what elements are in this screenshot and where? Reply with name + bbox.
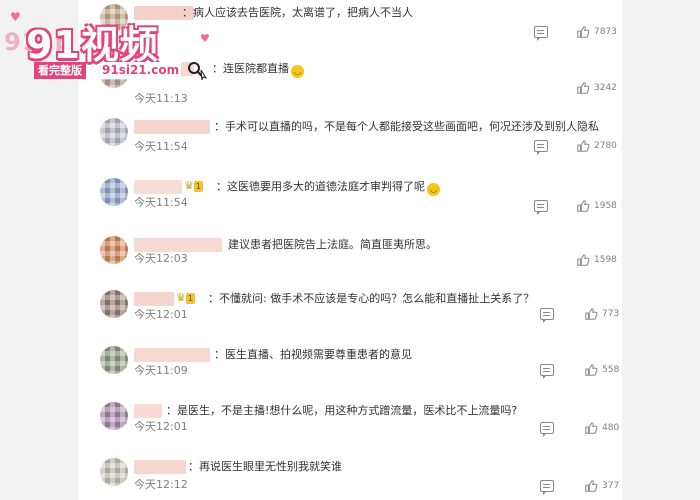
- comment-text: ：再说医生眼里无性别我就笑谁: [188, 460, 342, 473]
- thumbs-up-icon: [585, 422, 598, 434]
- like-count: 558: [602, 365, 620, 375]
- avatar[interactable]: [100, 118, 128, 146]
- vip-badge: ♛ 1: [184, 179, 203, 192]
- comment-item: ♛ 1 ：这医德要用多大的道德法庭才审判得了呢 ◡ 今天11:54 1958: [78, 172, 622, 234]
- comment-bubble-icon[interactable]: [534, 140, 548, 155]
- comment-time: 今天11:13: [134, 92, 188, 105]
- avatar[interactable]: [100, 290, 128, 318]
- heart-icon: ♥: [10, 10, 21, 24]
- comment-time: 今天11:09: [134, 364, 188, 377]
- thumbs-up-icon: [585, 480, 598, 492]
- comment-time: 今天12:01: [134, 420, 188, 433]
- crown-icon: ♛: [176, 291, 186, 304]
- like-button[interactable]: 558: [584, 362, 619, 378]
- like-button[interactable]: 7873: [576, 24, 617, 40]
- smile-emoji-icon: ◡: [427, 183, 440, 196]
- comment-text: ：手术可以直播的吗，不是每个人都能接受这些画面吧，何况还涉及到别人隐私: [214, 120, 599, 133]
- avatar[interactable]: [100, 236, 128, 264]
- comment-text: ：连医院都直播 ◡: [212, 62, 304, 78]
- thumbs-up-icon: [577, 82, 590, 94]
- comment-item: ：手术可以直播的吗，不是每个人都能接受这些画面吧，何况还涉及到别人隐私 今天11…: [78, 112, 622, 174]
- like-button[interactable]: 3242: [576, 80, 617, 96]
- comment-item: ：连医院都直播 ◡ 今天11:13 3242: [78, 54, 622, 116]
- thumbs-up-icon: [577, 140, 590, 152]
- comment-text: ：医生直播、拍视频需要尊重患者的意见: [214, 348, 412, 361]
- like-count: 7873: [594, 27, 617, 37]
- like-count: 1598: [594, 255, 617, 265]
- comment-time: 今天11:54: [134, 140, 188, 153]
- vip-badge: ♛ 1: [176, 291, 195, 304]
- like-button[interactable]: 1598: [576, 252, 617, 268]
- avatar[interactable]: [100, 402, 128, 430]
- comment-text: ：这医德要用多大的道德法庭才审判得了呢 ◡: [216, 180, 440, 196]
- like-button[interactable]: 1958: [576, 198, 617, 214]
- thumbs-up-icon: [577, 200, 590, 212]
- comment-bubble-icon[interactable]: [540, 308, 554, 323]
- comment-bubble-icon[interactable]: [540, 364, 554, 379]
- comment-bubble-icon[interactable]: [540, 480, 554, 495]
- like-button[interactable]: 480: [584, 420, 619, 436]
- comment-list: ：病人应该去告医院，太离谱了，把病人不当人 7873 ：连医院都直播 ◡ 今天11…: [78, 0, 622, 500]
- comment-item: ：病人应该去告医院，太离谱了，把病人不当人 7873: [78, 0, 622, 60]
- comment-text: 建议患者把医院告上法庭。简直匪夷所思。: [228, 238, 437, 251]
- comment-bubble-icon[interactable]: [534, 26, 548, 41]
- comment-text: ：不懂就问: 做手术不应该是专心的吗？怎么能和直播扯上关系了？: [208, 292, 535, 305]
- comment-text: ：病人应该去告医院，太离谱了，把病人不当人: [182, 6, 413, 19]
- username-blurred[interactable]: [134, 292, 174, 306]
- like-count: 377: [602, 481, 620, 491]
- comment-time: 今天11:54: [134, 196, 188, 209]
- username-blurred[interactable]: [134, 348, 210, 362]
- username-blurred[interactable]: [134, 404, 162, 418]
- thumbs-up-icon: [585, 364, 598, 376]
- like-count: 1958: [594, 201, 617, 211]
- comment-time: 今天12:12: [134, 478, 188, 491]
- comment-item: ♛ 1 ：不懂就问: 做手术不应该是专心的吗？怎么能和直播扯上关系了？ 今天12:…: [78, 284, 622, 346]
- avatar[interactable]: [100, 458, 128, 486]
- username-blurred[interactable]: [134, 62, 194, 76]
- username-blurred[interactable]: [134, 180, 182, 194]
- comment-item: ：医生直播、拍视频需要尊重患者的意见 今天11:09 558: [78, 340, 622, 402]
- comment-bubble-icon[interactable]: [540, 422, 554, 437]
- laughing-emoji-icon: ◡: [291, 65, 304, 78]
- username-blurred[interactable]: [134, 460, 186, 474]
- watermark-ghost-text: 91sp: [4, 28, 73, 56]
- comment-item: ：是医生，不是主播!想什么呢，用这种方式蹭流量，医术比不上流量吗? 今天12:0…: [78, 396, 622, 458]
- avatar[interactable]: [100, 346, 128, 374]
- comment-item: ：再说医生眼里无性别我就笑谁 今天12:12 377: [78, 452, 622, 500]
- username-blurred[interactable]: [134, 120, 210, 134]
- like-button[interactable]: 377: [584, 478, 619, 494]
- comment-bubble-icon[interactable]: [534, 200, 548, 215]
- crown-icon: ♛: [184, 179, 194, 192]
- like-count: 2780: [594, 141, 617, 151]
- like-count: 3242: [594, 83, 617, 93]
- comment-item: 建议患者把医院告上法庭。简直匪夷所思。 今天12:03 1598: [78, 230, 622, 292]
- like-count: 773: [602, 309, 620, 319]
- thumbs-up-icon: [577, 26, 590, 38]
- like-button[interactable]: 2780: [576, 138, 617, 154]
- thumbs-up-icon: [585, 308, 598, 320]
- avatar[interactable]: [100, 4, 128, 32]
- comment-time: 今天12:01: [134, 308, 188, 321]
- thumbs-up-icon: [577, 254, 590, 266]
- avatar[interactable]: [100, 60, 128, 88]
- comment-time: 今天12:03: [134, 252, 188, 265]
- like-count: 480: [602, 423, 620, 433]
- like-button[interactable]: 773: [584, 306, 619, 322]
- avatar[interactable]: [100, 178, 128, 206]
- comment-text: ：是医生，不是主播!想什么呢，用这种方式蹭流量，医术比不上流量吗?: [166, 404, 518, 417]
